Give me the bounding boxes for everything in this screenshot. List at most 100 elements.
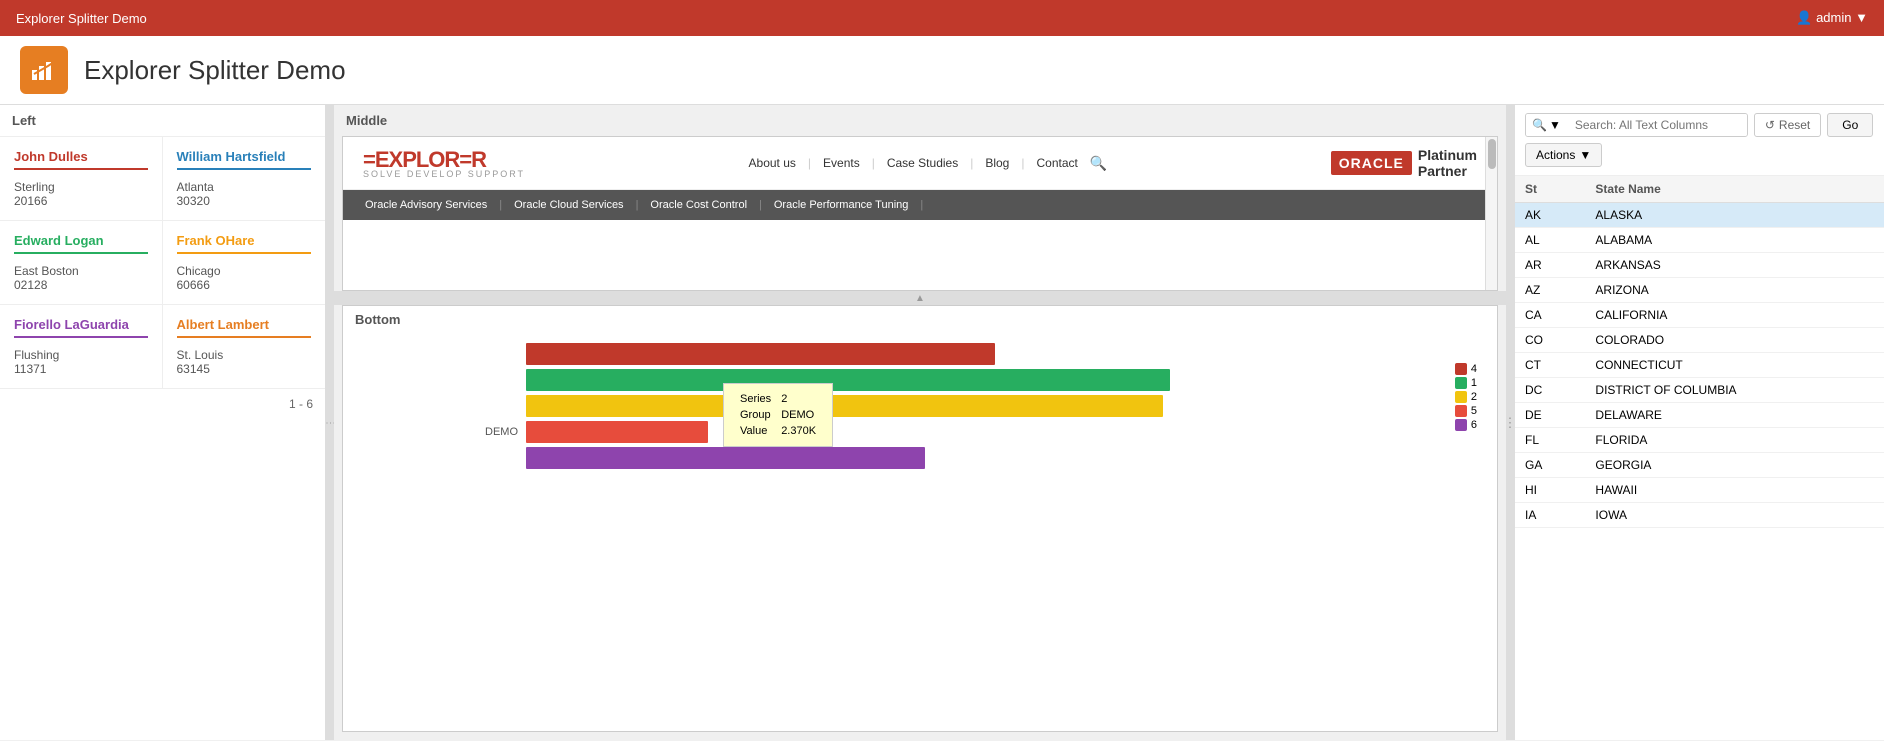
card-city: Flushing (14, 348, 148, 362)
card-name: William Hartsfield (177, 149, 312, 170)
bar-label: DEMO (468, 426, 518, 438)
chart-icon (30, 56, 58, 84)
site-nav-bottom: Oracle Advisory Services | Oracle Cloud … (343, 190, 1497, 220)
website-frame: =EXPLOR=R SOLVE DEVELOP SUPPORT About us… (342, 136, 1498, 291)
horizontal-splitter[interactable]: ▲ (334, 291, 1506, 305)
user-icon: 👤 (1796, 10, 1812, 25)
card-item[interactable]: Fiorello LaGuardia Flushing 11371 (0, 305, 163, 389)
legend-label: 5 (1471, 405, 1477, 417)
reset-icon: ↺ (1765, 118, 1775, 132)
card-zip: 60666 (177, 278, 312, 292)
topbar-user: 👤 admin ▼ (1796, 10, 1868, 26)
card-item[interactable]: John Dulles Sterling 20166 (0, 137, 163, 221)
legend-dot (1455, 391, 1467, 403)
middle-panel: Middle =EXPLOR=R SOLVE DEVELOP SUPPORT A… (334, 105, 1506, 740)
cell-state-name: ALASKA (1585, 203, 1884, 228)
card-item[interactable]: Edward Logan East Boston 02128 (0, 221, 163, 305)
card-item[interactable]: Frank OHare Chicago 60666 (163, 221, 326, 305)
chart-legend: 4 1 2 5 6 (1455, 363, 1477, 433)
search-icon: 🔍 (1532, 118, 1547, 132)
user-dropdown-icon[interactable]: ▼ (1855, 10, 1868, 25)
actions-button[interactable]: Actions ▼ (1525, 143, 1602, 167)
right-panel: 🔍 ▼ ↺ Reset Go Actions ▼ St State Nam (1514, 105, 1884, 740)
table-row[interactable]: IA IOWA (1515, 503, 1884, 528)
legend-dot (1455, 377, 1467, 389)
legend-label: 2 (1471, 391, 1477, 403)
chart-bar-row[interactable] (468, 395, 1487, 417)
table-row[interactable]: FL FLORIDA (1515, 428, 1884, 453)
state-table-body: AK ALASKA AL ALABAMA AR ARKANSAS AZ ARIZ… (1515, 203, 1884, 528)
site-logo-sub: SOLVE DEVELOP SUPPORT (363, 169, 525, 179)
legend-dot (1455, 405, 1467, 417)
cell-state-name: HAWAII (1585, 478, 1884, 503)
cell-st: AZ (1515, 278, 1585, 303)
go-button[interactable]: Go (1827, 113, 1873, 137)
cell-state-name: IOWA (1585, 503, 1884, 528)
card-city: East Boston (14, 264, 148, 278)
right-splitter[interactable]: ⋮ (1506, 105, 1514, 740)
search-input[interactable] (1567, 114, 1747, 136)
oracle-branding: ORACLE PlatinumPartner (1331, 147, 1477, 179)
nav-performance[interactable]: Oracle Performance Tuning (762, 190, 921, 220)
table-row[interactable]: DC DISTRICT OF COLUMBIA (1515, 378, 1884, 403)
card-name: Albert Lambert (177, 317, 312, 338)
legend-item: 1 (1455, 377, 1477, 389)
bottom-header: Bottom (343, 306, 1497, 333)
cell-state-name: CONNECTICUT (1585, 353, 1884, 378)
legend-item: 5 (1455, 405, 1477, 417)
state-table: St State Name AK ALASKA AL ALABAMA AR AR… (1515, 176, 1884, 528)
col-state-name: State Name (1585, 176, 1884, 203)
table-row[interactable]: HI HAWAII (1515, 478, 1884, 503)
left-panel-header: Left (0, 105, 325, 137)
nav-events[interactable]: Events (823, 156, 860, 170)
nav-case-studies[interactable]: Case Studies (887, 156, 958, 170)
chart-bar-row[interactable] (468, 369, 1487, 391)
scrollbar-right[interactable] (1485, 137, 1497, 290)
nav-cost[interactable]: Oracle Cost Control (638, 190, 759, 220)
table-row[interactable]: AR ARKANSAS (1515, 253, 1884, 278)
card-item[interactable]: William Hartsfield Atlanta 30320 (163, 137, 326, 221)
search-dropdown-button[interactable]: 🔍 ▼ (1526, 114, 1567, 136)
left-splitter[interactable]: ⋮ (326, 105, 334, 740)
cell-st: FL (1515, 428, 1585, 453)
table-row[interactable]: AK ALASKA (1515, 203, 1884, 228)
cell-st: CO (1515, 328, 1585, 353)
table-row[interactable]: CA CALIFORNIA (1515, 303, 1884, 328)
chart-bar-row[interactable] (468, 447, 1487, 469)
nav-blog[interactable]: Blog (985, 156, 1009, 170)
cell-state-name: CALIFORNIA (1585, 303, 1884, 328)
cell-st: CT (1515, 353, 1585, 378)
right-toolbar: 🔍 ▼ ↺ Reset Go Actions ▼ (1515, 105, 1884, 176)
table-row[interactable]: DE DELAWARE (1515, 403, 1884, 428)
actions-dropdown-icon: ▼ (1579, 148, 1591, 162)
table-row[interactable]: GA GEORGIA (1515, 453, 1884, 478)
cell-st: IA (1515, 503, 1585, 528)
nav-about[interactable]: About us (749, 156, 796, 170)
table-header-row: St State Name (1515, 176, 1884, 203)
table-row[interactable]: CO COLORADO (1515, 328, 1884, 353)
site-nav-top: =EXPLOR=R SOLVE DEVELOP SUPPORT About us… (343, 137, 1497, 190)
middle-header: Middle (334, 105, 1506, 136)
table-row[interactable]: AL ALABAMA (1515, 228, 1884, 253)
search-icon[interactable]: 🔍 (1090, 155, 1107, 172)
table-row[interactable]: CT CONNECTICUT (1515, 353, 1884, 378)
chart-bar-row[interactable] (468, 343, 1487, 365)
nav-advisory[interactable]: Oracle Advisory Services (353, 190, 499, 220)
bar-fill (526, 421, 708, 443)
nav-cloud[interactable]: Oracle Cloud Services (502, 190, 635, 220)
user-name: admin (1816, 10, 1851, 25)
left-pagination: 1 - 6 (0, 389, 325, 419)
bar-fill (526, 447, 925, 469)
col-st: St (1515, 176, 1585, 203)
left-cards: John Dulles Sterling 20166 William Harts… (0, 137, 325, 389)
reset-button[interactable]: ↺ Reset (1754, 113, 1821, 137)
table-row[interactable]: AZ ARIZONA (1515, 278, 1884, 303)
card-item[interactable]: Albert Lambert St. Louis 63145 (163, 305, 326, 389)
chart-bar-row[interactable]: DEMO (468, 421, 1487, 443)
cell-state-name: DELAWARE (1585, 403, 1884, 428)
chart-bars: DEMO (413, 343, 1487, 469)
nav-contact[interactable]: Contact (1036, 156, 1077, 170)
cell-st: HI (1515, 478, 1585, 503)
card-name: John Dulles (14, 149, 148, 170)
app-title: Explorer Splitter Demo (84, 55, 346, 86)
